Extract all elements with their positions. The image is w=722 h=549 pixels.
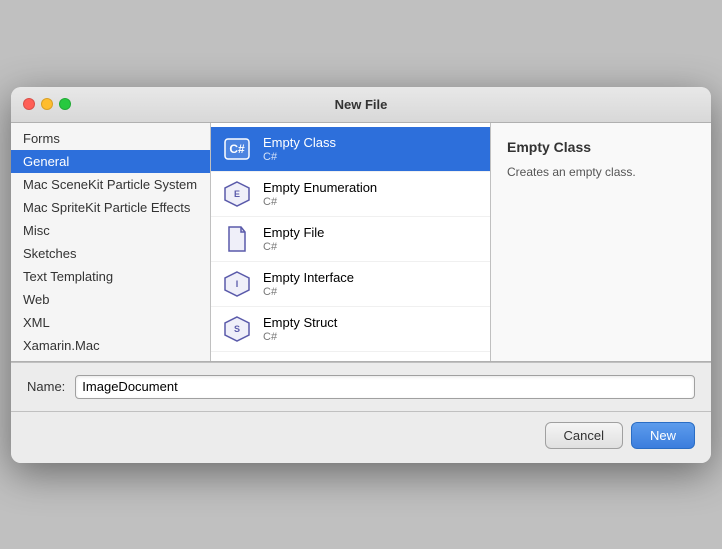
sidebar-item-text-templating[interactable]: Text Templating <box>11 265 210 288</box>
svg-text:I: I <box>236 279 239 289</box>
file-subtitle-empty-struct: C# <box>263 331 337 343</box>
window-title: New File <box>335 97 388 112</box>
detail-panel: Empty Class Creates an empty class. <box>491 123 711 361</box>
new-button[interactable]: New <box>631 422 695 449</box>
detail-title: Empty Class <box>507 139 695 155</box>
sidebar-item-mac-scenekit[interactable]: Mac SceneKit Particle System <box>11 173 210 196</box>
file-item-empty-interface[interactable]: I Empty InterfaceC# <box>211 262 490 307</box>
file-title-empty-class: Empty Class <box>263 135 336 150</box>
sidebar: FormsGeneralMac SceneKit Particle System… <box>11 123 211 361</box>
name-label: Name: <box>27 379 65 394</box>
new-file-window: New File FormsGeneralMac SceneKit Partic… <box>11 87 711 463</box>
class-icon: C# <box>221 133 253 165</box>
file-subtitle-empty-interface: C# <box>263 286 354 298</box>
main-content: FormsGeneralMac SceneKit Particle System… <box>11 123 711 463</box>
panels-container: FormsGeneralMac SceneKit Particle System… <box>11 123 711 362</box>
struct-icon: S <box>221 313 253 345</box>
sidebar-item-xml[interactable]: XML <box>11 311 210 334</box>
interface-icon: I <box>221 268 253 300</box>
file-subtitle-empty-file: C# <box>263 241 324 253</box>
svg-text:C#: C# <box>229 142 245 156</box>
file-subtitle-empty-enumeration: C# <box>263 196 377 208</box>
sidebar-item-misc[interactable]: Misc <box>11 219 210 242</box>
name-input[interactable] <box>75 375 695 399</box>
file-title-empty-interface: Empty Interface <box>263 270 354 285</box>
svg-text:S: S <box>234 324 240 334</box>
file-item-empty-class[interactable]: C# Empty ClassC# <box>211 127 490 172</box>
file-title-empty-enumeration: Empty Enumeration <box>263 180 377 195</box>
titlebar: New File <box>11 87 711 123</box>
file-item-empty-file[interactable]: Empty FileC# <box>211 217 490 262</box>
file-icon <box>221 223 253 255</box>
file-list: C# Empty ClassC# E Empty EnumerationC# E… <box>211 123 491 361</box>
sidebar-item-sketches[interactable]: Sketches <box>11 242 210 265</box>
close-button[interactable] <box>23 98 35 110</box>
file-item-empty-struct[interactable]: S Empty StructC# <box>211 307 490 352</box>
traffic-lights <box>23 98 71 110</box>
enum-icon: E <box>221 178 253 210</box>
sidebar-item-forms[interactable]: Forms <box>11 127 210 150</box>
action-buttons: Cancel New <box>11 412 711 463</box>
sidebar-item-web[interactable]: Web <box>11 288 210 311</box>
sidebar-item-general[interactable]: General <box>11 150 210 173</box>
file-title-empty-file: Empty File <box>263 225 324 240</box>
minimize-button[interactable] <box>41 98 53 110</box>
sidebar-item-xamarin-mac[interactable]: Xamarin.Mac <box>11 334 210 357</box>
maximize-button[interactable] <box>59 98 71 110</box>
svg-text:E: E <box>234 189 240 199</box>
cancel-button[interactable]: Cancel <box>545 422 623 449</box>
sidebar-item-mac-spritekit[interactable]: Mac SpriteKit Particle Effects <box>11 196 210 219</box>
file-title-empty-struct: Empty Struct <box>263 315 337 330</box>
name-bar: Name: <box>11 362 711 411</box>
file-subtitle-empty-class: C# <box>263 151 336 163</box>
detail-description: Creates an empty class. <box>507 163 695 181</box>
file-item-empty-enumeration[interactable]: E Empty EnumerationC# <box>211 172 490 217</box>
